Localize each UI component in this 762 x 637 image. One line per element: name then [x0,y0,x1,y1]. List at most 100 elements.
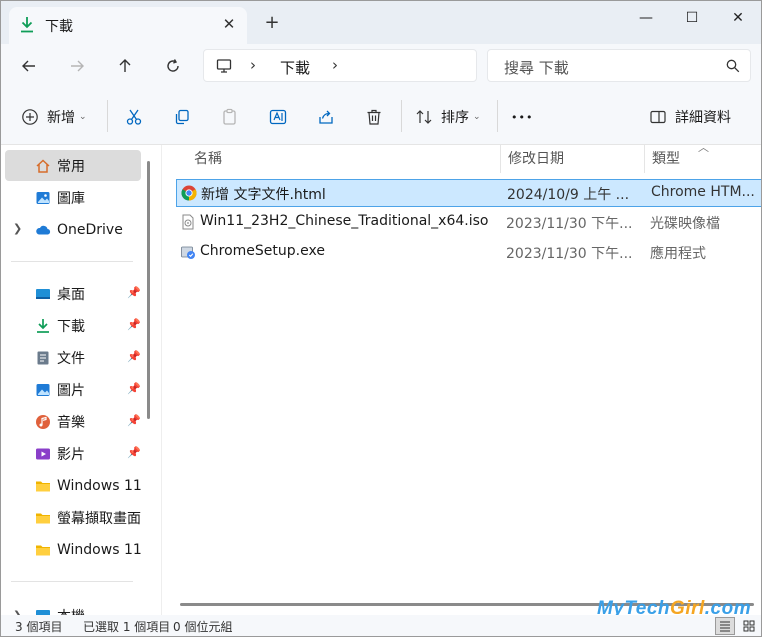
pin-icon[interactable]: 📌 [127,446,141,459]
minimize-button[interactable]: — [623,5,669,31]
tiles-view-button[interactable] [739,617,759,635]
back-button[interactable] [15,53,43,79]
command-bar: 新增 ⌄ 排序 ⌄ ••• 詳細資料 [1,88,761,145]
sidebar-scrollbar[interactable] [147,161,150,419]
path-chevron-icon[interactable]: › [332,56,338,74]
computer-icon [216,58,232,78]
maximize-button[interactable]: ☐ [669,5,715,31]
sidebar-item-folder-windows11[interactable]: Windows 11 [5,470,141,501]
new-tab-button[interactable]: + [261,12,283,34]
sidebar-item-documents[interactable]: 文件 [5,342,141,373]
sidebar-item-label: OneDrive [57,221,123,238]
details-pane-icon [650,110,666,124]
sort-icon [416,110,432,124]
sidebar-item-downloads[interactable]: 下載 [5,310,141,341]
address-bar: › 下載 › 搜尋 下載 [1,44,761,88]
rename-icon [269,109,287,125]
folder-icon [35,542,51,558]
cut-button[interactable] [125,104,143,130]
sidebar-item-pictures[interactable]: 圖片 [5,374,141,405]
share-icon [319,110,333,124]
file-row[interactable]: 新增 文字文件.html 2024/10/9 上午 ... Chrome HTM… [176,179,761,207]
trash-icon [367,109,381,125]
pin-icon[interactable]: 📌 [127,414,141,427]
picture-icon [35,382,51,398]
sidebar-item-desktop[interactable]: 桌面 [5,278,141,309]
column-separator[interactable] [644,145,645,173]
video-icon [35,446,51,462]
pin-icon[interactable]: 📌 [127,318,141,331]
chevron-down-icon: ⌄ [473,112,481,122]
file-row[interactable]: Win11_23H2_Chinese_Traditional_x64.iso 2… [176,209,761,237]
sidebar-item-music[interactable]: 音樂 [5,406,141,437]
column-header-date[interactable]: 修改日期 [508,145,564,173]
back-arrow-icon [22,60,35,72]
new-button[interactable]: 新增 ⌄ [21,104,87,130]
pin-icon[interactable]: 📌 [127,350,141,363]
forward-button[interactable] [63,53,91,79]
copy-icon [175,109,189,125]
up-button[interactable] [111,53,139,79]
details-view-button[interactable] [715,617,735,635]
sidebar-item-label: 音樂 [57,414,85,431]
tab-downloads[interactable]: 下載 ✕ [9,7,247,44]
search-box[interactable]: 搜尋 下載 [487,49,751,82]
sidebar-item-label: 桌面 [57,286,85,303]
sidebar-item-home[interactable]: 常用 [5,150,141,181]
download-icon [35,318,51,334]
search-input[interactable]: 搜尋 下載 [504,57,569,78]
sidebar-item-folder-screenshots[interactable]: 螢幕擷取畫面 [5,502,141,533]
music-icon [35,414,51,430]
selected-size: 0 個位元組 [173,620,233,634]
sidebar-item-onedrive[interactable]: OneDrive [5,214,141,245]
path-segment-downloads[interactable]: 下載 [280,57,310,78]
refresh-button[interactable] [159,53,187,79]
more-options-button[interactable]: ••• [511,104,533,130]
file-row[interactable]: ChromeSetup.exe 2023/11/30 下午... 應用程式 [176,239,761,267]
scissors-icon [126,109,142,125]
sidebar-item-folder-windows11-2[interactable]: Windows 11 [5,534,141,565]
rename-button[interactable] [269,104,287,130]
column-header-type[interactable]: 類型 [652,145,680,173]
delete-button[interactable] [365,104,383,130]
pin-icon[interactable]: 📌 [127,382,141,395]
column-separator[interactable] [500,145,501,173]
list-view-icon [720,621,730,632]
file-name: 新增 文字文件.html [201,187,326,203]
divider [11,581,133,582]
file-date: 2023/11/30 下午... [506,216,633,232]
column-header-name[interactable]: 名稱 [194,145,222,173]
sort-button-label: 排序 [441,110,469,126]
file-name: ChromeSetup.exe [200,243,325,259]
refresh-icon [167,59,179,72]
sidebar-item-label: 影片 [57,446,85,463]
sidebar-item-gallery[interactable]: 圖庫 [5,182,141,213]
sort-button[interactable]: 排序 ⌄ [415,104,481,130]
path-chevron-icon[interactable]: › [250,56,256,74]
up-arrow-icon [119,59,131,72]
sidebar-item-label: Windows 11 [57,477,141,494]
copy-button[interactable] [173,104,191,130]
paste-button[interactable] [221,104,239,130]
pin-icon[interactable]: 📌 [127,286,141,299]
paste-icon [223,108,236,125]
sidebar-item-label: 本機 [57,606,85,616]
close-button[interactable]: ✕ [715,5,761,31]
details-pane-button[interactable]: 詳細資料 [649,104,731,130]
computer-icon [35,608,51,615]
share-button[interactable] [317,104,335,130]
search-icon [726,59,740,77]
navigation-pane: 常用 圖庫 ❯ OneDrive 桌面 📌 下載 📌 文件 📌 圖片 📌 音樂 … [1,145,159,615]
divider [401,100,402,132]
divider [497,100,498,132]
plus-circle-icon [22,109,38,125]
forward-arrow-icon [71,60,84,72]
file-date: 2023/11/30 下午... [506,246,633,262]
sidebar-item-this-pc[interactable]: 本機 [5,600,141,615]
disc-image-icon [180,214,196,230]
divider [11,261,133,262]
sidebar-item-videos[interactable]: 影片 [5,438,141,469]
tab-close-icon[interactable]: ✕ [219,14,239,34]
tab-title: 下載 [45,19,73,35]
address-path[interactable]: › 下載 › [203,49,477,82]
